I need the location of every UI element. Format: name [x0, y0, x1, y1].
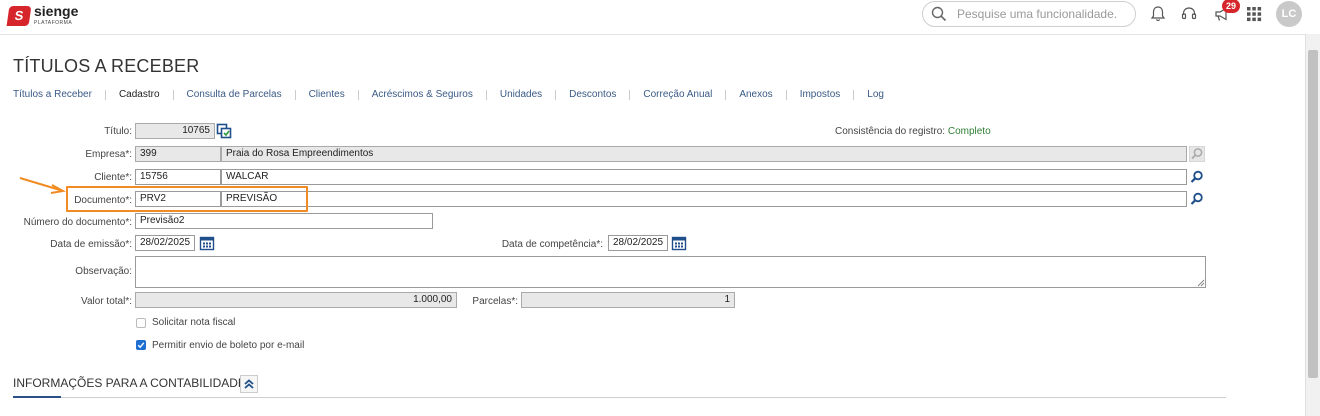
empresa-search-icon: [1189, 146, 1205, 162]
tab-consulta-de-parcelas[interactable]: Consulta de Parcelas: [187, 89, 282, 100]
empresa-code-field: 399: [135, 146, 221, 162]
documento-search-icon[interactable]: [1189, 191, 1205, 207]
cliente-name-field[interactable]: WALCAR: [221, 169, 1187, 185]
brand-name: sienge: [34, 3, 79, 19]
cliente-code-field[interactable]: 15756: [135, 169, 221, 185]
tab-separator: [785, 89, 787, 100]
apps-grid-icon[interactable]: [1245, 5, 1263, 23]
calendar-icon[interactable]: [671, 235, 687, 251]
data-emissao-field[interactable]: 28/02/2025: [135, 235, 195, 251]
user-avatar[interactable]: LC: [1276, 1, 1302, 27]
tab-clientes[interactable]: Clientes: [309, 89, 345, 100]
tab-separator: [555, 89, 557, 100]
empresa-name-field: Praia do Rosa Empreendimentos: [221, 146, 1187, 162]
tab-separator: [629, 89, 631, 100]
sienge-logo-mark: S: [6, 6, 32, 26]
top-bar: S sienge PLATAFORMA 29 LC: [0, 0, 1320, 35]
valor-total-field: 1.000,00: [135, 292, 457, 308]
tab-log[interactable]: Log: [867, 89, 884, 100]
tab-impostos[interactable]: Impostos: [800, 89, 841, 100]
consistencia-text: Consistência do registro:: [835, 126, 946, 137]
observacao-label: Observação:: [75, 266, 132, 277]
tab-cadastro[interactable]: Cadastro: [119, 89, 160, 100]
tab-acrescimos-seguros[interactable]: Acréscimos & Seguros: [372, 89, 473, 100]
titulo-label: Título:: [104, 126, 132, 137]
parcelas-label: Parcelas*:: [472, 296, 518, 307]
copy-title-icon[interactable]: [216, 123, 232, 139]
tab-unidades[interactable]: Unidades: [500, 89, 542, 100]
chevron-double-up-icon: [244, 379, 254, 389]
section-title-contabilidade: INFORMAÇÕES PARA A CONTABILIDADE: [13, 376, 246, 390]
tab-bar: Títulos a Receber Cadastro Consulta de P…: [13, 89, 884, 100]
cliente-search-icon[interactable]: [1189, 169, 1205, 185]
sienge-logo[interactable]: S sienge PLATAFORMA: [6, 3, 79, 28]
permitir-boleto-checkbox[interactable]: [136, 340, 146, 350]
tab-separator: [172, 89, 174, 100]
bell-icon[interactable]: [1149, 5, 1167, 23]
data-competencia-field[interactable]: 28/02/2025: [608, 235, 668, 251]
observacao-textarea[interactable]: [135, 256, 1206, 288]
documento-name-field[interactable]: PREVISÃO: [221, 191, 1187, 207]
page-title: TÍTULOS A RECEBER: [13, 56, 200, 76]
tab-correcao-anual[interactable]: Correção Anual: [643, 89, 712, 100]
collapse-section-button[interactable]: [240, 375, 258, 393]
tab-separator: [357, 89, 359, 100]
valor-total-label: Valor total*:: [81, 296, 132, 307]
solicitar-nota-checkbox[interactable]: [136, 318, 146, 328]
brand-sub: PLATAFORMA: [34, 20, 73, 26]
tab-titulos-a-receber[interactable]: Títulos a Receber: [13, 89, 92, 100]
tab-separator: [104, 89, 106, 100]
pointer-arrow: [19, 177, 67, 194]
section-divider-accent: [13, 396, 61, 398]
consistencia-status: Completo: [947, 126, 991, 137]
vertical-scrollbar[interactable]: [1305, 34, 1320, 416]
permitir-boleto-label: Permitir envio de boleto por e-mail: [152, 340, 305, 351]
notification-badge: 29: [1222, 0, 1240, 13]
numero-documento-field[interactable]: Previsão2: [135, 213, 433, 229]
scrollbar-thumb[interactable]: [1308, 50, 1318, 378]
titulo-field: 10765: [135, 123, 215, 139]
tab-separator: [294, 89, 296, 100]
tab-separator: [725, 89, 727, 100]
solicitar-nota-label: Solicitar nota fiscal: [152, 317, 236, 328]
numero-documento-label: Número do documento*:: [23, 217, 132, 228]
resize-handle-icon[interactable]: [1197, 279, 1205, 287]
headset-icon[interactable]: [1180, 5, 1198, 23]
tab-descontos[interactable]: Descontos: [569, 89, 616, 100]
section-divider: [13, 397, 1226, 398]
check-icon: [137, 342, 145, 349]
calendar-icon[interactable]: [199, 235, 215, 251]
data-emissao-label: Data de emissão*:: [50, 239, 132, 250]
parcelas-field: 1: [521, 292, 735, 308]
consistencia-label: Consistência do registro: Completo: [835, 126, 991, 137]
tab-separator: [485, 89, 487, 100]
empresa-label: Empresa*:: [85, 149, 132, 160]
search-input[interactable]: [955, 5, 1129, 23]
cliente-label: Cliente*:: [94, 172, 132, 183]
tab-separator: [853, 89, 855, 100]
tab-anexos[interactable]: Anexos: [739, 89, 772, 100]
data-competencia-label: Data de competência*:: [501, 239, 603, 250]
search-icon: [931, 6, 947, 22]
documento-highlight-box: [66, 186, 308, 212]
search-box[interactable]: [922, 1, 1136, 27]
